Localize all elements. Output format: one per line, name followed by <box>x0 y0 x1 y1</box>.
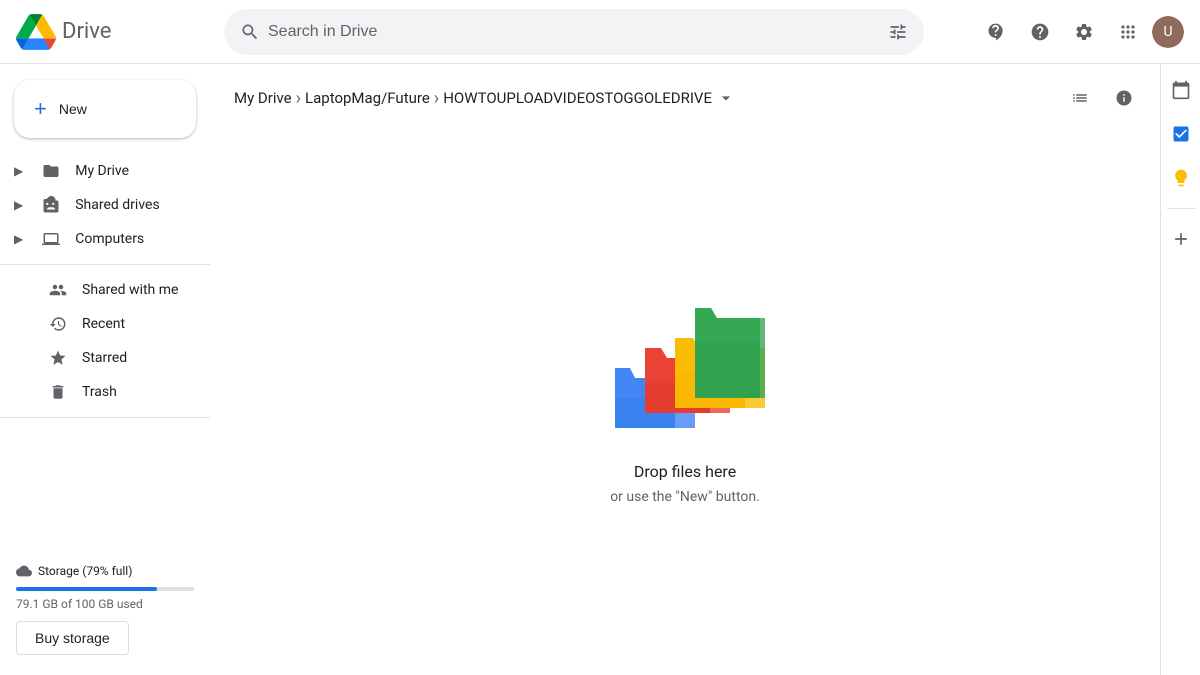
apps-icon-btn[interactable] <box>1108 12 1148 52</box>
sidebar-item-label: Starred <box>82 350 127 366</box>
breadcrumb-laptopmagfuture[interactable]: LaptopMag/Future <box>305 89 430 107</box>
sidebar-item-computers[interactable]: ▶ Computers <box>0 222 202 256</box>
chevron-icon-2: › <box>434 88 439 109</box>
topbar-right: U <box>976 12 1184 52</box>
folder-icon <box>39 162 63 180</box>
sidebar-item-label: My Drive <box>75 163 129 179</box>
breadcrumb-my-drive[interactable]: My Drive <box>234 89 292 107</box>
sidebar-item-shared-with-me[interactable]: Shared with me <box>0 273 202 307</box>
tasks-icon-btn[interactable] <box>1163 116 1199 152</box>
expand-icon: ▶ <box>14 164 23 178</box>
avatar-image: U <box>1152 16 1184 48</box>
people-icon <box>46 281 70 299</box>
right-panel <box>1160 64 1200 675</box>
content-area: My Drive › LaptopMag/Future › HOWTOUPLOA… <box>210 64 1160 675</box>
search-bar[interactable] <box>224 9 924 55</box>
plus-icon: + <box>34 96 47 122</box>
clock-icon <box>46 315 70 333</box>
support-icon-btn[interactable] <box>976 12 1016 52</box>
sidebar-item-label: Shared drives <box>75 197 159 213</box>
panel-divider <box>1167 208 1195 209</box>
settings-icon-btn[interactable] <box>1064 12 1104 52</box>
storage-bar-fill <box>16 587 157 591</box>
search-input[interactable] <box>268 23 880 41</box>
expand-icon: ▶ <box>14 232 23 246</box>
sidebar-item-starred[interactable]: Starred <box>0 341 202 375</box>
storage-bar-bg <box>16 587 194 591</box>
sidebar-item-my-drive[interactable]: ▶ My Drive <box>0 154 202 188</box>
drop-zone-title: Drop files here <box>634 462 736 481</box>
logo-area: Drive <box>16 12 216 52</box>
main-layout: + New ▶ My Drive ▶ Shared drives ▶ Compu… <box>0 64 1200 675</box>
add-app-icon-btn[interactable] <box>1163 221 1199 257</box>
avatar[interactable]: U <box>1152 16 1184 48</box>
keep-icon-btn[interactable] <box>1163 160 1199 196</box>
logo-text: Drive <box>62 19 111 44</box>
sidebar-item-label: Computers <box>75 231 144 247</box>
chevron-icon: › <box>296 88 301 109</box>
cloud-icon <box>16 563 32 579</box>
topbar: Drive <box>0 0 1200 64</box>
drop-zone: Drop files here or use the "New" button. <box>210 128 1160 675</box>
sidebar-item-recent[interactable]: Recent <box>0 307 202 341</box>
sidebar-divider <box>0 264 210 265</box>
list-view-button[interactable] <box>1060 78 1100 118</box>
sidebar-divider-storage <box>0 417 210 418</box>
search-icon <box>240 22 260 42</box>
tune-icon[interactable] <box>888 22 908 42</box>
star-icon <box>46 349 70 367</box>
sidebar: + New ▶ My Drive ▶ Shared drives ▶ Compu… <box>0 64 210 675</box>
expand-icon: ▶ <box>14 198 23 212</box>
info-button[interactable] <box>1104 78 1144 118</box>
drop-zone-subtitle: or use the "New" button. <box>610 489 760 505</box>
storage-label-text: Storage (79% full) <box>38 564 132 578</box>
storage-section: Storage (79% full) 79.1 GB of 100 GB use… <box>0 551 210 667</box>
buy-storage-button[interactable]: Buy storage <box>16 621 129 655</box>
storage-label: Storage (79% full) <box>16 563 194 579</box>
new-button[interactable]: + New <box>14 80 196 138</box>
breadcrumb-current-text: HOWTOUPLOADVIDEOSTOGGOLEDRIVE <box>443 89 712 107</box>
sidebar-item-label: Shared with me <box>82 282 178 298</box>
breadcrumb-actions <box>1060 78 1144 118</box>
dropdown-icon[interactable] <box>716 88 736 108</box>
calendar-icon-btn[interactable] <box>1163 72 1199 108</box>
folder-illustration <box>605 298 765 438</box>
new-button-label: New <box>59 101 87 117</box>
breadcrumb: My Drive › LaptopMag/Future › HOWTOUPLOA… <box>210 64 1160 128</box>
help-icon-btn[interactable] <box>1020 12 1060 52</box>
sidebar-item-shared-drives[interactable]: ▶ Shared drives <box>0 188 202 222</box>
computer-icon <box>39 230 63 248</box>
sidebar-item-label: Trash <box>82 384 117 400</box>
sidebar-item-trash[interactable]: Trash <box>0 375 202 409</box>
trash-icon <box>46 383 70 401</box>
sidebar-item-label: Recent <box>82 316 125 332</box>
drive-logo-icon <box>16 12 56 52</box>
storage-used-text: 79.1 GB of 100 GB used <box>16 597 194 611</box>
breadcrumb-current: HOWTOUPLOADVIDEOSTOGGOLEDRIVE <box>443 88 736 108</box>
shared-drive-icon <box>39 196 63 214</box>
